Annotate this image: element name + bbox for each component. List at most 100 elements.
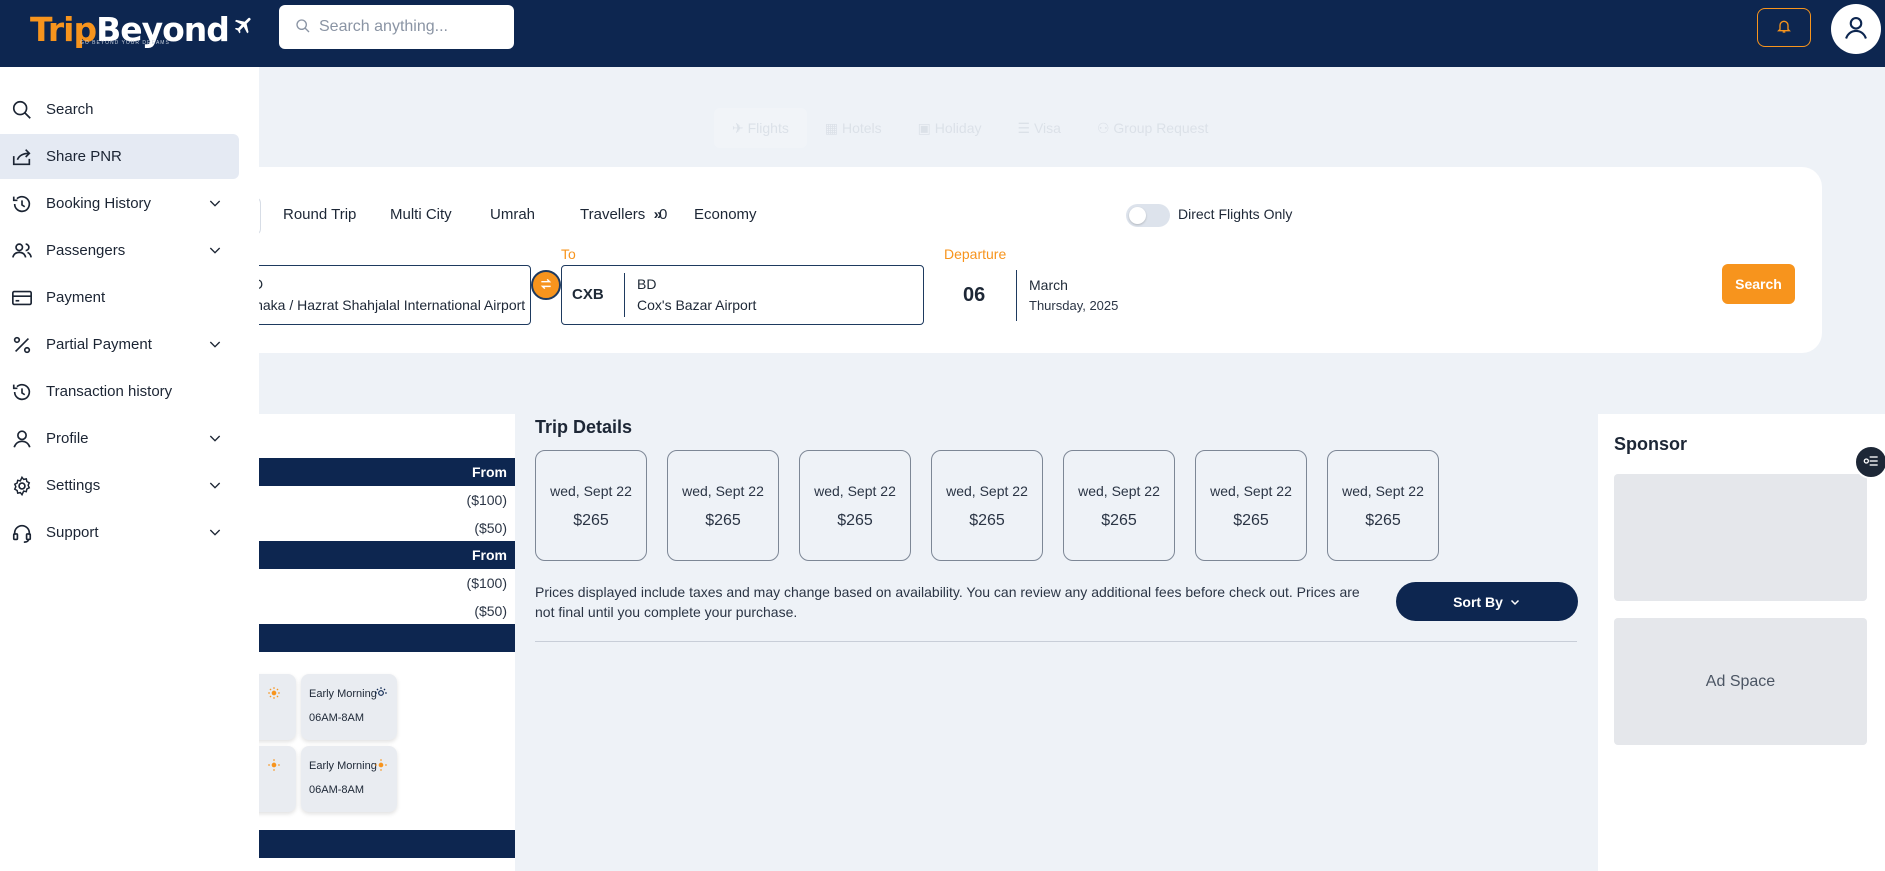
sun-icon <box>374 758 388 775</box>
time-slot-card[interactable]: Early Morning 06AM-8AM <box>301 746 397 812</box>
sidebar-item-payment[interactable]: Payment <box>0 275 239 320</box>
bell-icon <box>1776 17 1792 38</box>
tab-visa[interactable]: ☰ Visa <box>1000 108 1079 148</box>
from-airport-name: Dhaka / Hazrat Shahjalal International A… <box>245 297 526 313</box>
departure-weekday: Thursday, 2025 <box>1029 298 1119 313</box>
sidebar-item-passengers[interactable]: Passengers <box>0 228 239 273</box>
notifications-button[interactable] <box>1757 8 1811 47</box>
date-price-card[interactable]: wed, Sept 22 $265 <box>667 450 779 561</box>
tab-holiday[interactable]: ▣ Holiday <box>900 108 1000 148</box>
filter-header-departure-time <box>230 624 515 652</box>
date-label: wed, Sept 22 <box>814 483 896 499</box>
sidebar-item-transaction-history[interactable]: Transaction history <box>0 369 239 414</box>
trip-type-round-trip[interactable]: Round Trip <box>283 206 356 223</box>
sun-icon <box>267 686 281 703</box>
filter-price-row[interactable]: ($100) <box>467 492 507 508</box>
tab-label: Holiday <box>934 120 982 136</box>
sidebar-item-booking-history[interactable]: Booking History <box>0 181 239 226</box>
sort-by-label: Sort By <box>1453 593 1503 610</box>
date-label: wed, Sept 22 <box>1210 483 1292 499</box>
trip-type-multi-city[interactable]: Multi City <box>390 206 452 223</box>
date-price-card[interactable]: wed, Sept 22 $265 <box>1063 450 1175 561</box>
time-slot-range: 06AM-8AM <box>309 784 365 796</box>
departure-label: Departure <box>944 246 1007 262</box>
swap-airports-button[interactable] <box>531 270 561 300</box>
departure-month[interactable]: March <box>1029 277 1068 293</box>
sidebar-item-label: Support <box>46 524 99 541</box>
tab-flights[interactable]: ✈ Flights <box>714 108 807 148</box>
from-airport-field[interactable]: D Dhaka / Hazrat Shahjalal International… <box>230 265 531 325</box>
global-search-input[interactable]: Search anything... <box>279 5 514 49</box>
toggle-knob <box>1129 207 1146 224</box>
time-slot-card[interactable]: Early Morning 06AM-8AM <box>301 674 397 740</box>
results-divider <box>535 641 1577 642</box>
date-label: wed, Sept 22 <box>1342 483 1424 499</box>
filter-header-from: From <box>230 458 515 486</box>
sidebar-item-label: Settings <box>46 477 101 494</box>
headset-icon <box>10 521 34 545</box>
time-slot-range: 06AM-8AM <box>309 712 365 724</box>
suitcase-icon: ▣ <box>917 119 935 136</box>
departure-day[interactable]: 06 <box>963 284 985 307</box>
sun-icon <box>267 758 281 775</box>
filter-price-row[interactable]: ($100) <box>467 575 507 591</box>
chevron-down-icon <box>207 242 223 261</box>
sponsor-title: Sponsor <box>1614 434 1688 454</box>
ad-slot[interactable]: Ad Space <box>1614 618 1867 745</box>
chevron-down-icon <box>207 524 223 543</box>
user-avatar-button[interactable] <box>1831 4 1881 54</box>
sidebar: Search Share PNR Booking History Passeng… <box>0 67 259 871</box>
filter-header-from: From <box>230 541 515 569</box>
price-label: $265 <box>1365 512 1401 529</box>
to-airport-code: CXB <box>572 286 604 303</box>
price-label: $265 <box>969 512 1005 529</box>
price-label: $265 <box>1233 512 1269 529</box>
sort-by-button[interactable]: Sort By <box>1396 582 1578 621</box>
trip-details-title: Trip Details <box>535 417 633 437</box>
trip-type-umrah[interactable]: Umrah <box>490 206 535 223</box>
sidebar-item-settings[interactable]: Settings <box>0 463 239 508</box>
filter-header <box>230 830 515 858</box>
date-label: wed, Sept 22 <box>946 483 1028 499</box>
date-price-card[interactable]: wed, Sept 22 $265 <box>1195 450 1307 561</box>
tab-group-request[interactable]: ⚇ Group Request <box>1079 108 1226 148</box>
sidebar-item-search[interactable]: Search <box>0 87 239 132</box>
date-price-card[interactable]: wed, Sept 22 $265 <box>535 450 647 561</box>
user-icon <box>1842 14 1870 45</box>
filter-price-row[interactable]: ($50) <box>474 603 507 619</box>
time-slot-label: Early Morning <box>309 760 377 772</box>
tab-label: Hotels <box>841 120 882 136</box>
sponsor-panel: Sponsor Ad Space <box>1598 414 1885 871</box>
date-price-card[interactable]: wed, Sept 22 $265 <box>931 450 1043 561</box>
price-label: $265 <box>705 512 741 529</box>
sidebar-item-partial-payment[interactable]: Partial Payment <box>0 322 239 367</box>
search-flights-button[interactable]: Search <box>1722 264 1795 304</box>
to-airport-field[interactable]: CXB BD Cox's Bazar Airport <box>561 265 924 325</box>
users-icon <box>10 239 34 263</box>
hotel-icon: ▦ <box>824 119 842 136</box>
chevron-down-icon <box>207 336 223 355</box>
sidebar-item-share-pnr[interactable]: Share PNR <box>0 134 239 179</box>
gear-icon <box>10 474 34 498</box>
service-tabs: ✈ Flights ▦ Hotels ▣ Holiday ☰ Visa ⚇ Gr… <box>714 108 1226 148</box>
ad-slot[interactable] <box>1614 474 1867 601</box>
tab-hotels[interactable]: ▦ Hotels <box>807 108 900 148</box>
swap-icon <box>539 277 553 294</box>
direct-flights-toggle[interactable] <box>1126 204 1170 227</box>
sidebar-item-label: Partial Payment <box>46 336 152 353</box>
share-icon <box>10 145 34 169</box>
filter-toggle-button[interactable] <box>1854 445 1885 479</box>
direct-flights-label: Direct Flights Only <box>1178 206 1293 222</box>
sidebar-item-label: Transaction history <box>46 383 173 400</box>
date-price-card[interactable]: wed, Sept 22 $265 <box>799 450 911 561</box>
plane-icon <box>231 14 257 39</box>
date-label: wed, Sept 22 <box>682 483 764 499</box>
cabin-class-select[interactable]: Economy <box>694 206 757 223</box>
filter-price-row[interactable]: ($50) <box>474 520 507 536</box>
sidebar-item-support[interactable]: Support <box>0 510 239 555</box>
date-price-card[interactable]: wed, Sept 22 $265 <box>1327 450 1439 561</box>
sidebar-item-label: Search <box>46 101 94 118</box>
sidebar-item-profile[interactable]: Profile <box>0 416 239 461</box>
travellers-selector[interactable]: Travellers » <box>580 206 662 223</box>
price-label: $265 <box>573 512 609 529</box>
